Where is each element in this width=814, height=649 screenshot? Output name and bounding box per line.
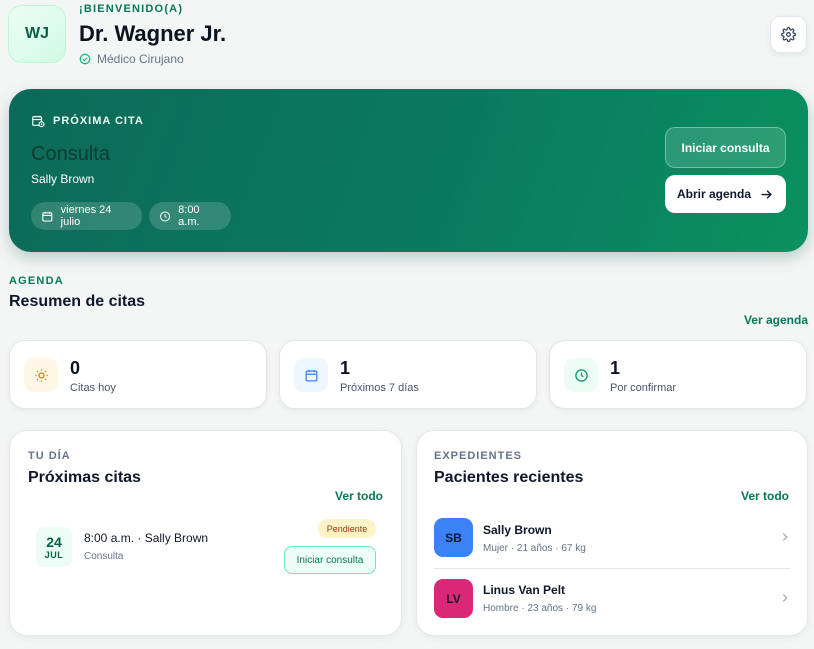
welcome-label: ¡BIENVENIDO(A) (79, 3, 184, 15)
appointment-patient: Sally Brown (31, 172, 95, 186)
start-consultation-small-button[interactable]: Iniciar consulta (284, 546, 376, 574)
today-kicker: TU DÍA (28, 450, 71, 462)
patient-row[interactable] (428, 569, 798, 627)
agenda-title: Resumen de citas (9, 293, 146, 310)
user-initials: WJ (25, 25, 49, 42)
chevron-right-icon (782, 533, 788, 541)
clock-icon (564, 358, 598, 392)
next-appointment-label: PRÓXIMA CITA (31, 114, 144, 128)
stat-card-week: 1 Próximos 7 días (279, 340, 537, 409)
today-title: Próximas citas (28, 469, 141, 486)
doctor-name: Dr. Wagner Jr. (79, 21, 227, 46)
patient-avatar: SB (434, 518, 473, 557)
appointment-item-title[interactable]: 8:00 a.m. · Sally Brown (84, 531, 208, 545)
patient-meta: Mujer · 21 años · 67 kg (483, 543, 586, 554)
check-circle-icon (79, 53, 91, 65)
patient-initials: LV (446, 591, 461, 606)
stat-label: Citas hoy (70, 382, 116, 394)
doctor-role: Médico Cirujano (79, 52, 184, 66)
date-day: 24 (46, 534, 62, 550)
sun-icon (24, 358, 58, 392)
patient-name: Sally Brown (483, 523, 552, 537)
view-agenda-link[interactable]: Ver agenda (744, 313, 808, 327)
stat-card-today: 0 Citas hoy (9, 340, 267, 409)
patient-initials: SB (445, 530, 462, 545)
appointment-date: viernes 24 julio (60, 204, 112, 228)
stat-value: 1 (340, 358, 351, 378)
open-agenda-button[interactable]: Abrir agenda (665, 175, 786, 213)
open-agenda-label: Abrir agenda (676, 187, 751, 201)
settings-button[interactable] (770, 16, 807, 53)
appointment-date-badge: 24 JUL (36, 527, 72, 567)
view-all-patients-link[interactable]: Ver todo (741, 489, 789, 503)
role-text: Médico Cirujano (97, 52, 184, 66)
next-appointment-label-text: PRÓXIMA CITA (53, 115, 144, 127)
start-consultation-button[interactable]: Iniciar consulta (665, 127, 786, 168)
date-month: JUL (44, 550, 64, 560)
chevron-right-icon (782, 594, 788, 602)
calendar-icon (42, 211, 53, 222)
patient-row[interactable] (428, 508, 798, 566)
stat-value: 0 (70, 358, 81, 378)
gear-icon (781, 27, 796, 42)
arrow-right-icon (761, 189, 772, 199)
appointment-date-pill: viernes 24 julio (31, 202, 142, 230)
stat-card-confirm: 1 Por confirmar (549, 340, 807, 409)
view-all-appointments-link[interactable]: Ver todo (335, 489, 383, 503)
calendar-clock-icon (32, 115, 45, 128)
appointment-type: Consulta (31, 143, 110, 165)
appointment-time-pill: 8:00 a.m. (149, 202, 231, 230)
appointment-item-subtitle: Consulta (84, 551, 124, 562)
records-title: Pacientes recientes (434, 469, 584, 486)
agenda-kicker: AGENDA (9, 275, 64, 287)
patient-name: Linus Van Pelt (483, 583, 566, 597)
calendar-icon (294, 358, 328, 392)
status-badge: Pendiente (318, 519, 376, 538)
patient-meta: Hombre · 23 años · 79 kg (483, 603, 597, 614)
clock-icon (160, 210, 171, 222)
records-kicker: EXPEDIENTES (434, 450, 523, 462)
patient-avatar: LV (434, 579, 473, 618)
user-avatar: WJ (8, 5, 66, 63)
stat-value: 1 (610, 358, 621, 378)
stat-label: Por confirmar (610, 382, 677, 394)
stat-label: Próximos 7 días (340, 382, 419, 394)
appointment-time: 8:00 a.m. (178, 204, 200, 228)
